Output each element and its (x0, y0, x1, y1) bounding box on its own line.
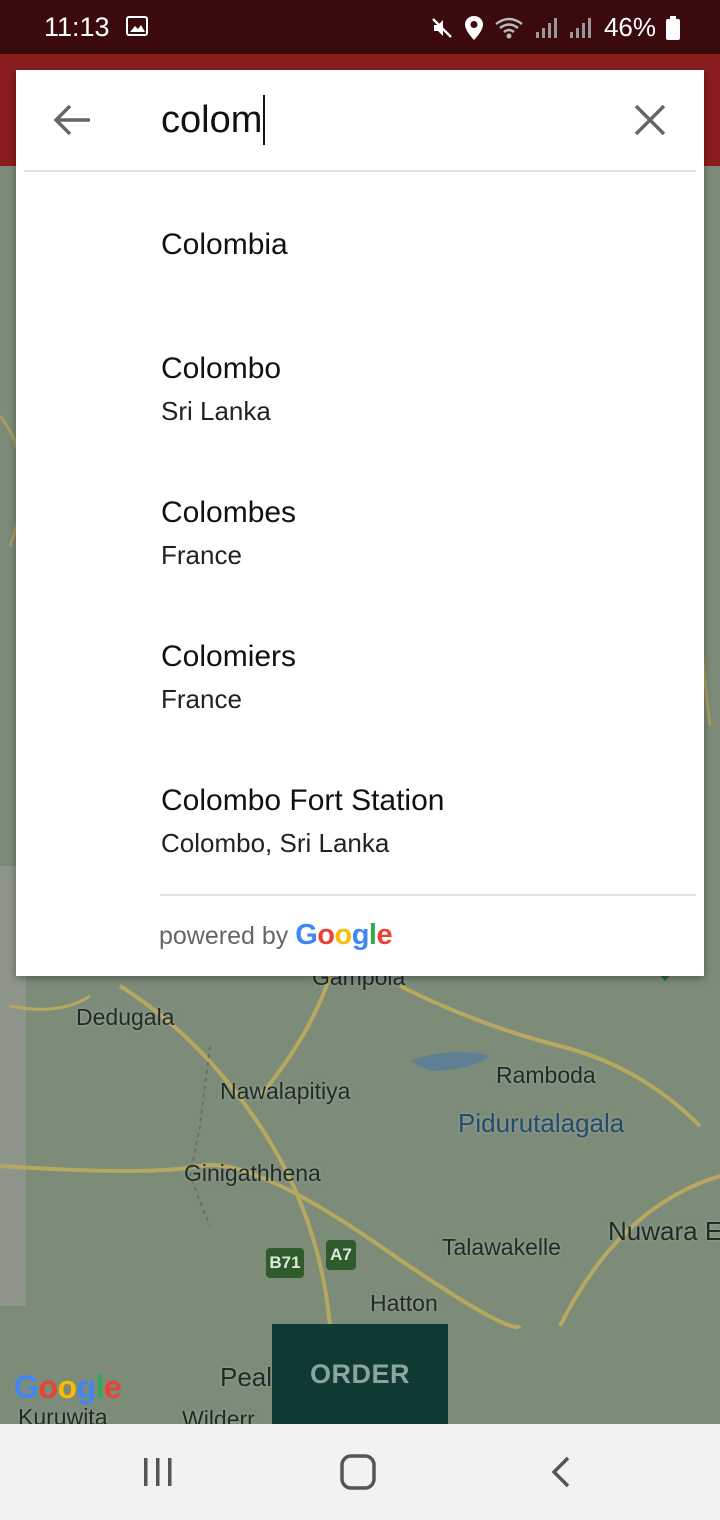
status-bar: 11:13 46% (0, 0, 720, 54)
map-label-nuwara: Nuwara E (608, 1216, 720, 1246)
battery-percent: 46% (603, 12, 656, 42)
map-label-wilderness: Wilderr (182, 1406, 255, 1424)
location-icon (464, 15, 483, 40)
wifi-icon (495, 17, 523, 38)
battery-icon (666, 15, 680, 40)
logo-letter: G (295, 919, 318, 951)
system-nav-bar (0, 1424, 720, 1520)
google-logo: Google (295, 919, 392, 951)
home-button[interactable] (338, 1452, 380, 1495)
result-item[interactable]: Colombia (16, 172, 704, 316)
order-button[interactable]: ORDER (272, 1324, 448, 1424)
text-caret (263, 95, 266, 145)
map-label-nawalapitiya: Nawalapitiya (220, 1078, 351, 1104)
logo-letter: G (14, 1369, 39, 1405)
result-primary-text: Colombia (161, 228, 288, 261)
map-label-talawakelle: Talawakelle (442, 1234, 561, 1260)
home-icon (340, 1454, 376, 1490)
logo-letter: o (38, 1369, 58, 1405)
result-item[interactable]: Colombes France (16, 460, 704, 604)
result-primary-text: Colombo Fort Station (161, 784, 445, 817)
logo-letter: o (334, 919, 352, 951)
clear-search-button[interactable] (628, 98, 672, 142)
result-secondary-text: Sri Lanka (161, 396, 271, 426)
result-item[interactable]: Colomiers France (16, 604, 704, 748)
map-label-kuruwita: Kuruwita (18, 1404, 108, 1424)
attribution-divider (160, 894, 696, 896)
arrow-left-icon (53, 104, 90, 136)
attribution-prefix: powered by (159, 922, 289, 950)
status-icons: 46% (430, 12, 680, 43)
result-secondary-text: France (161, 540, 242, 570)
result-item[interactable]: Colombo Sri Lanka (16, 316, 704, 460)
recents-button[interactable] (140, 1452, 176, 1495)
place-search-dialog: colom Colombia Colombo Sri Lanka Colombe… (16, 70, 704, 976)
signal-icon (535, 17, 557, 38)
result-item[interactable]: Colombo Fort Station Colombo, Sri Lanka (16, 748, 704, 892)
close-icon (634, 104, 666, 136)
map-google-logo: Google (14, 1369, 122, 1406)
result-primary-text: Colomiers (161, 640, 297, 673)
status-time: 11:13 (44, 12, 110, 42)
logo-letter: g (76, 1369, 96, 1405)
map-label-dedugala: Dedugala (76, 1004, 175, 1030)
map-label-hatton: Hatton (370, 1290, 438, 1316)
mute-icon (432, 17, 452, 38)
logo-letter: o (317, 919, 335, 951)
recents-icon (144, 1458, 172, 1486)
logo-letter: e (103, 1369, 122, 1405)
image-icon (126, 16, 148, 36)
result-primary-text: Colombes (161, 496, 297, 529)
map-label-ramboda: Ramboda (496, 1062, 596, 1088)
back-chevron-icon (551, 1456, 570, 1488)
result-secondary-text: Colombo, Sri Lanka (161, 828, 390, 858)
logo-letter: o (57, 1369, 77, 1405)
logo-letter: l (95, 1369, 105, 1405)
map-label-ginigathhena: Ginigathhena (184, 1160, 321, 1186)
result-primary-text: Colombo (161, 352, 282, 385)
map-label-pidurutalagala: Pidurutalagala (458, 1108, 625, 1138)
road-shield-a7: A7 (326, 1240, 356, 1270)
logo-letter: e (376, 919, 393, 951)
back-button[interactable] (46, 98, 98, 142)
nav-back-button[interactable] (546, 1452, 576, 1495)
road-shield-b71: B71 (266, 1248, 304, 1278)
search-input[interactable]: colom (161, 92, 601, 148)
result-secondary-text: France (161, 684, 242, 714)
signal-icon (569, 17, 591, 38)
logo-letter: g (351, 919, 370, 951)
powered-by-google: powered by Google (159, 919, 393, 952)
search-query: colom (161, 98, 263, 141)
map-label-peak: Peal (220, 1362, 273, 1392)
